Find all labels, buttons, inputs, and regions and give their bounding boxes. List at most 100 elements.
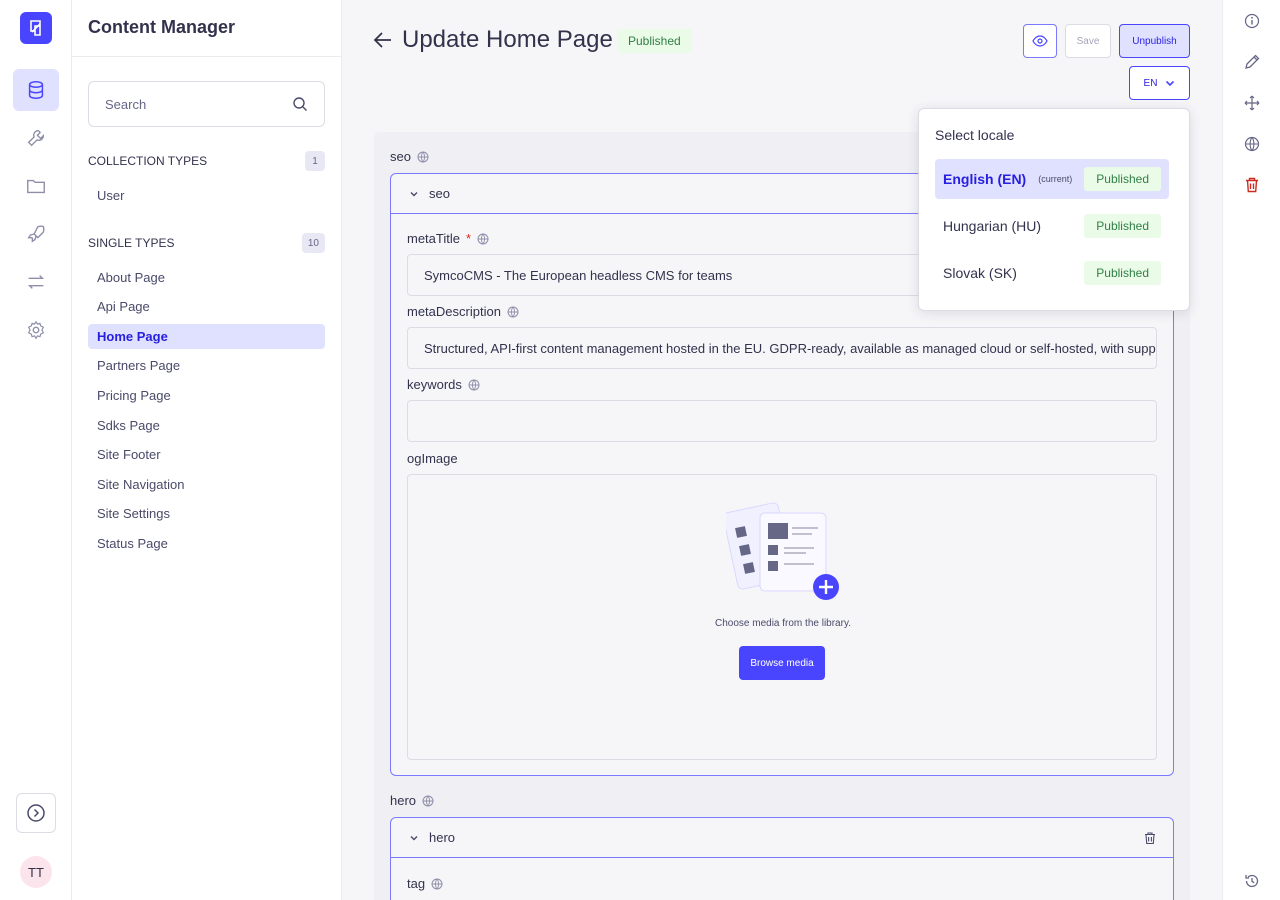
current-tag: (current) — [1038, 174, 1073, 184]
folder-icon — [27, 179, 45, 194]
single-types-label: SINGLE TYPES — [88, 236, 175, 250]
main-nav-rail: TT — [0, 0, 72, 900]
locale-popover-title: Select locale — [935, 127, 1015, 143]
globe-icon — [431, 878, 443, 889]
locale-name: English (EN) — [943, 171, 1027, 187]
nav-deploy[interactable] — [13, 213, 59, 255]
single-item-api-page[interactable]: Api Page — [88, 294, 325, 319]
globe-icon — [1244, 136, 1260, 152]
meta-description-label-text: metaDescription — [407, 304, 501, 319]
chevron-down-icon — [1166, 80, 1175, 87]
content-manager-subnav: Content Manager COLLECTION TYPES 1 User … — [72, 0, 342, 900]
required-marker: * — [465, 231, 472, 246]
locale-option-hu[interactable]: Hungarian (HU) Published — [935, 206, 1169, 246]
info-icon — [1244, 13, 1260, 29]
seo-component-title: seo — [429, 186, 450, 201]
nav-settings[interactable] — [13, 309, 59, 351]
single-types-count: 10 — [301, 233, 325, 253]
single-item-about-page[interactable]: About Page — [88, 265, 325, 290]
unpublish-button[interactable]: Unpublish — [1119, 24, 1190, 58]
hero-component-title: hero — [429, 830, 456, 845]
locale-select[interactable]: EN — [1129, 66, 1190, 100]
browse-media-button[interactable]: Browse media — [739, 646, 825, 680]
locale-popover: Select locale English (EN) (current) Pub… — [918, 108, 1190, 311]
eye-icon — [1032, 35, 1048, 47]
meta-title-label: metaTitle * — [407, 231, 489, 246]
hero-component: hero tag — [390, 817, 1174, 900]
chevron-down-icon[interactable] — [409, 189, 419, 199]
logo-icon — [30, 20, 41, 36]
keywords-input[interactable] — [407, 400, 1157, 442]
locale-select-value: EN — [1143, 77, 1158, 89]
locale-name: Slovak (SK) — [943, 265, 1017, 281]
subnav-title: Content Manager — [88, 17, 236, 37]
hero-label-text: hero — [390, 793, 417, 808]
status-badge: Published — [617, 29, 692, 53]
og-image-label-text: ogImage — [407, 451, 458, 466]
globe-icon — [507, 306, 519, 317]
single-item-site-settings[interactable]: Site Settings — [88, 501, 325, 526]
edit-button[interactable] — [1242, 52, 1262, 72]
page-title: Update Home Page — [402, 26, 613, 53]
nav-builder[interactable] — [13, 117, 59, 159]
trash-icon[interactable] — [1143, 831, 1157, 845]
hero-field-label: hero — [390, 793, 434, 808]
gear-icon — [27, 320, 45, 340]
og-image-dropzone[interactable]: Choose media from the library. Browse me… — [407, 474, 1157, 760]
tag-label: tag — [407, 876, 443, 891]
nav-transfer[interactable] — [13, 261, 59, 303]
app-logo[interactable] — [20, 12, 52, 44]
history-icon — [1245, 874, 1259, 888]
user-avatar[interactable]: TT — [20, 856, 52, 888]
locale-name: Hungarian (HU) — [943, 218, 1042, 234]
collection-types-header[interactable]: COLLECTION TYPES 1 — [88, 151, 325, 171]
hero-component-header[interactable]: hero — [391, 818, 1173, 858]
locales-button[interactable] — [1242, 134, 1262, 154]
back-arrow-icon[interactable] — [372, 29, 394, 51]
single-types-header[interactable]: SINGLE TYPES 10 — [88, 233, 325, 253]
pencil-icon — [1245, 54, 1260, 69]
nav-media-library[interactable] — [13, 165, 59, 207]
arrows-icon — [27, 275, 45, 289]
collapse-nav-button[interactable] — [16, 793, 56, 833]
right-action-rail — [1222, 0, 1280, 900]
seo-label-text: seo — [390, 149, 411, 164]
single-item-partners-page[interactable]: Partners Page — [88, 353, 325, 378]
locale-option-sk[interactable]: Slovak (SK) Published — [935, 253, 1169, 293]
single-item-site-navigation[interactable]: Site Navigation — [88, 472, 325, 497]
info-button[interactable] — [1242, 11, 1262, 31]
search-input[interactable] — [105, 96, 292, 112]
subnav-divider — [72, 56, 342, 57]
move-icon — [1244, 95, 1260, 111]
chevron-down-icon[interactable] — [409, 833, 419, 843]
locale-status-badge: Published — [1084, 214, 1161, 238]
trash-icon — [1246, 177, 1258, 193]
single-item-pricing-page[interactable]: Pricing Page — [88, 383, 325, 408]
save-button[interactable]: Save — [1065, 24, 1111, 58]
collection-types-label: COLLECTION TYPES — [88, 154, 208, 168]
history-button[interactable] — [1242, 871, 1262, 891]
collection-item-user[interactable]: User — [88, 183, 325, 208]
nav-content-manager[interactable] — [13, 69, 59, 111]
search-box[interactable] — [88, 81, 325, 127]
media-library-illustration — [726, 502, 839, 600]
globe-icon — [422, 795, 434, 806]
globe-icon — [417, 151, 429, 162]
single-item-site-footer[interactable]: Site Footer — [88, 442, 325, 467]
meta-description-label: metaDescription — [407, 304, 519, 319]
search-icon[interactable] — [292, 96, 308, 112]
locale-option-en[interactable]: English (EN) (current) Published — [935, 159, 1169, 199]
rocket-icon — [27, 225, 45, 243]
database-icon — [28, 81, 44, 99]
single-item-sdks-page[interactable]: Sdks Page — [88, 413, 325, 438]
delete-button[interactable] — [1242, 175, 1262, 195]
keywords-label-text: keywords — [407, 377, 462, 392]
meta-title-label-text: metaTitle — [407, 231, 460, 246]
collection-types-count: 1 — [305, 151, 325, 171]
single-item-home-page[interactable]: Home Page — [88, 324, 325, 349]
move-button[interactable] — [1242, 93, 1262, 113]
single-item-status-page[interactable]: Status Page — [88, 531, 325, 556]
preview-button[interactable] — [1023, 24, 1057, 58]
og-image-label: ogImage — [407, 451, 458, 466]
meta-description-input[interactable]: Structured, API-first content management… — [407, 327, 1157, 369]
